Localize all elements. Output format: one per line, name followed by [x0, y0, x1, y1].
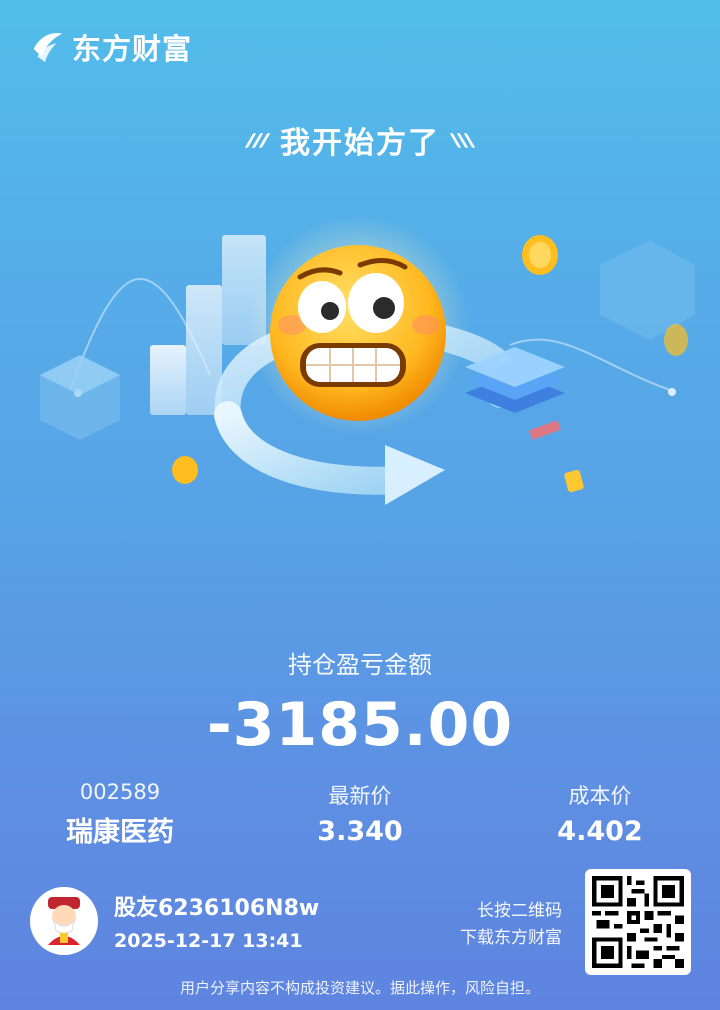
pnl-value: -3185.00 [206, 690, 514, 760]
brand-logo: 东方财富 [28, 26, 192, 68]
qr-code-icon [592, 876, 684, 968]
qr-hint-line2: 下载东方财富 [460, 928, 562, 948]
grimace-emoji-icon [270, 245, 446, 421]
stock-name: 瑞康医药 [66, 817, 174, 848]
logo-icon [33, 33, 63, 63]
qr-hint-line1: 长按二维码 [477, 901, 562, 921]
headline-text: 我开始方了 [280, 126, 440, 161]
latest-price-label: 最新价 [328, 784, 392, 808]
avatar [30, 887, 98, 955]
brand-name: 东方财富 [72, 32, 193, 66]
qr-hint: 长按二维码 下载东方财富 [460, 898, 562, 952]
share-time: 2025-12-17 13:41 [114, 930, 303, 952]
headline: 我开始方了 [0, 118, 720, 162]
avatar-icon [30, 887, 98, 955]
latest-price: 最新价 3.340 [260, 780, 460, 847]
stock-code: 002589 [79, 780, 161, 804]
user-name: 股友6236106N8w [114, 896, 320, 921]
decor-slashes-right [449, 132, 476, 148]
latest-price-value: 3.340 [317, 816, 403, 847]
cost-price: 成本价 4.402 [500, 780, 700, 847]
disclaimer: 用户分享内容不构成投资建议。据此操作，风险自担。 [179, 979, 540, 997]
cost-price-label: 成本价 [568, 784, 632, 808]
pnl-label: 持仓盈亏金额 [288, 651, 432, 679]
cost-price-value: 4.402 [557, 816, 643, 847]
stock-info: 002589 瑞康医药 [20, 780, 220, 849]
decor-slashes-left [244, 132, 271, 148]
qr-code[interactable] [585, 869, 691, 975]
hero-illustration [40, 215, 695, 505]
